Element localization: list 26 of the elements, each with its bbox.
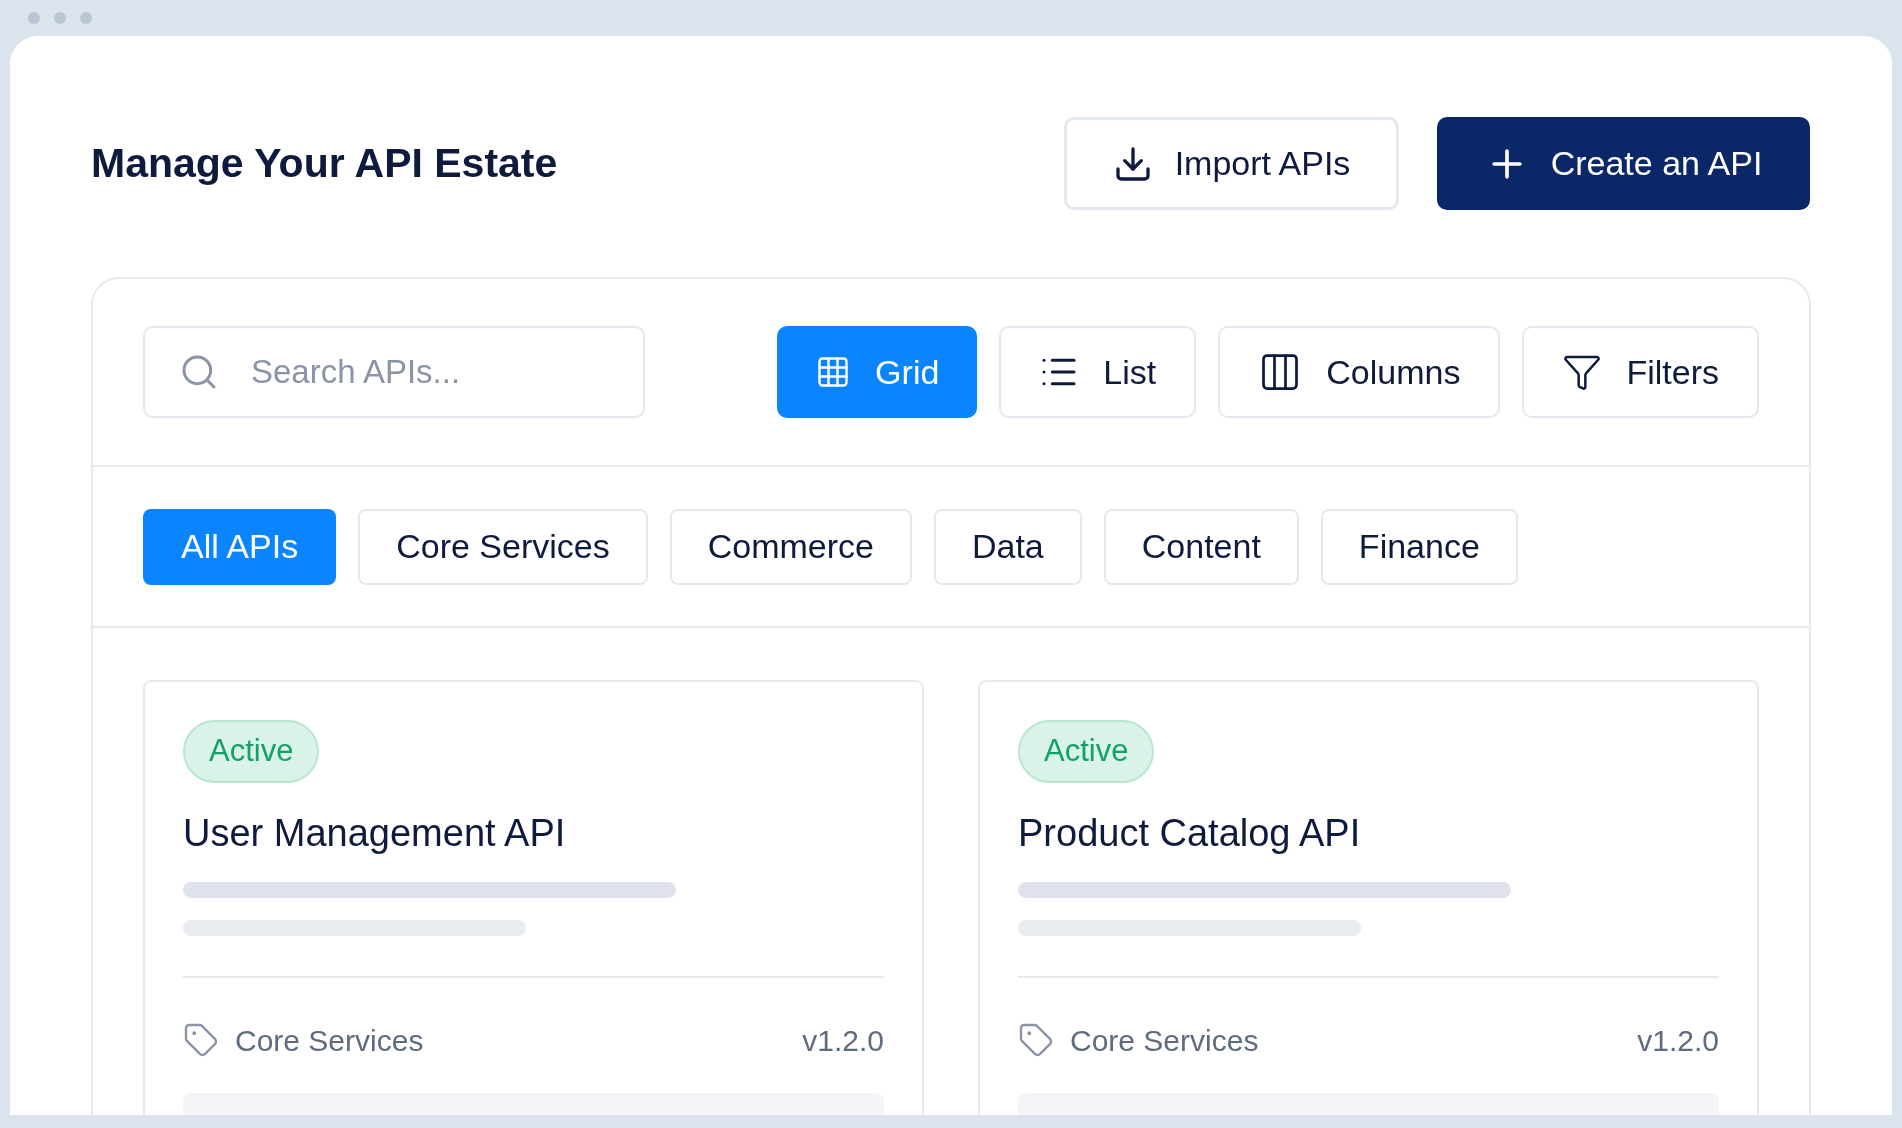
category-chip[interactable]: Core Services	[358, 508, 648, 585]
category-label: Core Services	[1070, 1022, 1259, 1059]
import-button[interactable]: Import APIs	[1064, 117, 1399, 210]
api-title: User Management API	[183, 810, 567, 856]
page-title: Manage Your API Estate	[91, 138, 558, 188]
api-title: Product Catalog API	[1018, 810, 1362, 856]
category-chip[interactable]: All APIs	[143, 508, 337, 585]
create-button[interactable]: Create an API	[1437, 117, 1810, 210]
view-toggle[interactable]: Grid	[777, 326, 978, 418]
category-chip[interactable]: Data	[933, 508, 1082, 585]
tag-icon	[183, 1022, 219, 1058]
category-label: Core Services	[235, 1022, 424, 1059]
view-toggle[interactable]: Columns	[1218, 326, 1501, 418]
tag-icon	[1018, 1022, 1054, 1058]
view-toggle[interactable]: List	[999, 326, 1197, 418]
category-chip[interactable]: Commerce	[669, 508, 912, 585]
version-label: v1.2.0	[1637, 1022, 1719, 1059]
status-badge: Active	[1018, 720, 1155, 783]
api-card[interactable]: Active Product Catalog API Core Services v1.2.0	[978, 680, 1759, 1115]
view-toggle[interactable]: Filters	[1522, 326, 1759, 418]
category-chip[interactable]: Content	[1103, 508, 1299, 585]
status-badge: Active	[183, 720, 320, 783]
api-card[interactable]: Active User Management API Core Services v1.2.0	[143, 680, 924, 1115]
search-field[interactable]: Search APIs...	[143, 326, 645, 418]
version-label: v1.2.0	[802, 1022, 884, 1059]
category-chip[interactable]: Finance	[1320, 508, 1518, 585]
